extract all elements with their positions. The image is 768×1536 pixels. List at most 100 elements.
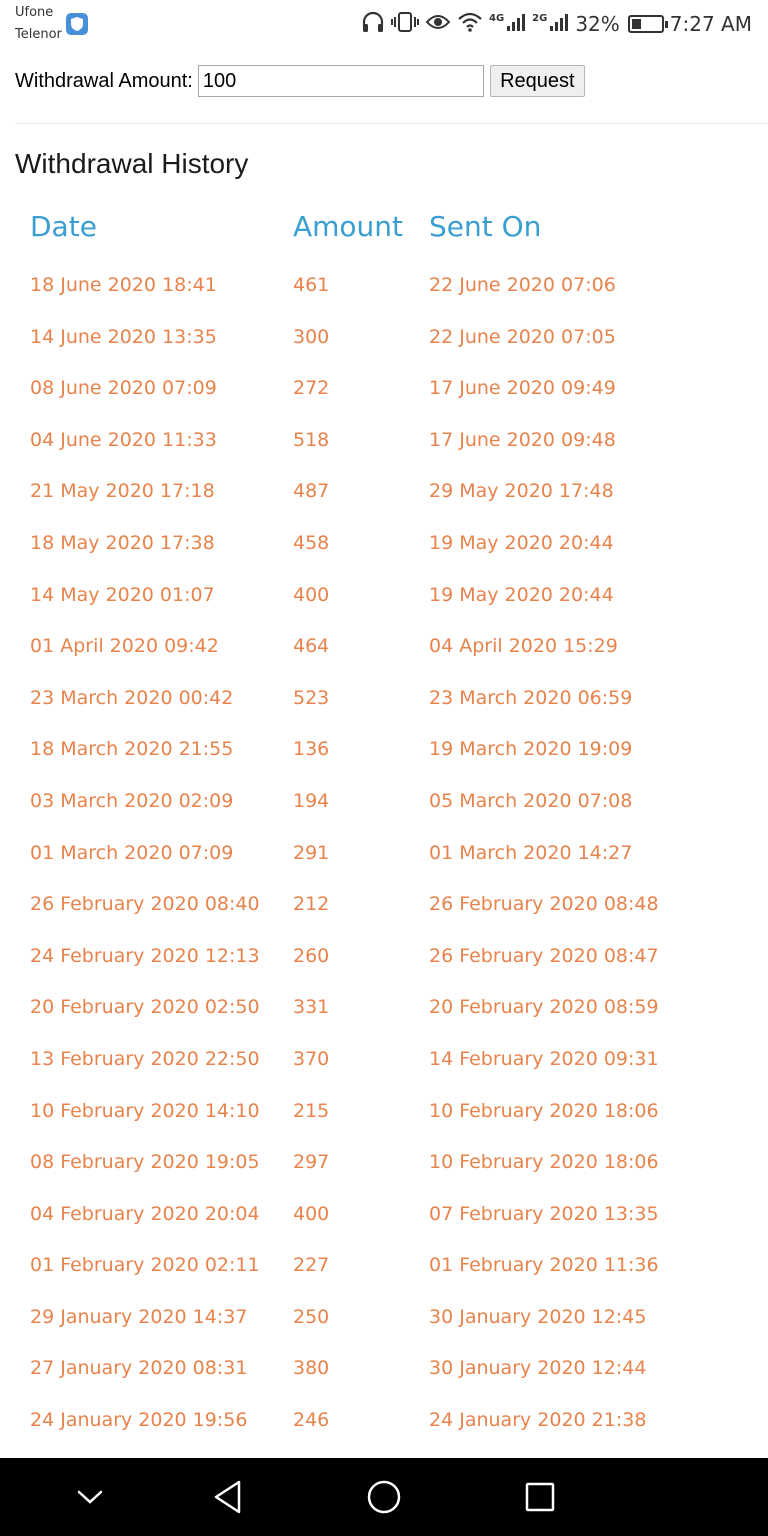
table-row: 04 February 2020 20:04 400 07 February 202…: [15, 1189, 768, 1241]
table-row: 04 June 2020 11:33 518 17 June 2020 09:48: [15, 415, 768, 467]
cell-amount: 227: [293, 1254, 330, 1277]
cell-sent-on: 20 February 2020 08:59: [429, 996, 659, 1019]
navigation-bar: [0, 1458, 768, 1536]
cell-amount: 458: [293, 531, 330, 554]
table-row: 01 February 2020 02:11 227 01 February 202…: [15, 1240, 768, 1292]
cell-sent-on: 30 January 2020 12:45: [429, 1305, 647, 1328]
cell-date: 23 March 2020 00:42: [30, 686, 234, 709]
status-bar: Ufone Telenor 4G 2G 32% 7:27 AM: [0, 0, 768, 48]
table-row: 27 January 2020 08:31 380 30 January 2020 …: [15, 1343, 768, 1395]
cell-sent-on: 22 June 2020 07:05: [429, 325, 616, 348]
cell-sent-on: 19 March 2020 19:09: [429, 738, 633, 761]
cell-date: 04 February 2020 20:04: [30, 1202, 260, 1225]
cell-amount: 246: [293, 1409, 330, 1432]
request-button[interactable]: Request: [489, 65, 585, 97]
battery-icon: [627, 15, 668, 33]
cell-sent-on: 01 March 2020 14:27: [429, 841, 633, 864]
cell-amount: 518: [293, 428, 330, 451]
cell-date: 01 February 2020 02:11: [30, 1254, 260, 1277]
cell-date: 27 January 2020 08:31: [30, 1357, 248, 1380]
wifi-icon: [457, 11, 483, 37]
table-row: 24 January 2020 19:56 246 24 January 2020 …: [15, 1395, 768, 1447]
cell-date: 10 February 2020 14:10: [30, 1099, 260, 1122]
cell-sent-on: 05 March 2020 07:08: [429, 789, 633, 812]
cell-amount: 464: [293, 635, 330, 658]
cell-amount: 194: [293, 789, 330, 812]
cell-amount: 250: [293, 1305, 330, 1328]
network-type-2: 2G: [532, 12, 548, 24]
cell-date: 14 June 2020 13:35: [30, 325, 217, 348]
table-row: 18 May 2020 17:38 458 19 May 2020 20:44: [15, 518, 768, 570]
cell-amount: 380: [293, 1357, 330, 1380]
table-row: 21 May 2020 17:18 487 29 May 2020 17:48: [15, 466, 768, 518]
table-row: 18 March 2020 21:55 136 19 March 2020 19:0…: [15, 724, 768, 776]
cell-sent-on: 24 January 2020 21:38: [429, 1409, 647, 1432]
table-row: 08 June 2020 07:09 272 17 June 2020 09:49: [15, 363, 768, 415]
cell-date: 21 May 2020 17:18: [30, 480, 215, 503]
table-row: 20 February 2020 02:50 331 20 February 202…: [15, 982, 768, 1034]
cell-amount: 215: [293, 1099, 330, 1122]
withdrawal-history-table: Date Amount Sent On 18 June 2020 18:41 46…: [15, 200, 768, 1431]
recents-icon[interactable]: [500, 1458, 580, 1536]
cell-sent-on: 26 February 2020 08:47: [429, 944, 659, 967]
cell-sent-on: 17 June 2020 09:49: [429, 377, 616, 400]
cell-date: 08 February 2020 19:05: [30, 1151, 260, 1174]
cell-amount: 297: [293, 1151, 330, 1174]
table-header: Date Amount Sent On: [15, 200, 768, 256]
cell-amount: 212: [293, 893, 330, 916]
cell-date: 04 June 2020 11:33: [30, 428, 217, 451]
table-row: 08 February 2020 19:05 297 10 February 202…: [15, 1137, 768, 1189]
table-row: 13 February 2020 22:50 370 14 February 202…: [15, 1034, 768, 1086]
cell-sent-on: 30 January 2020 12:44: [429, 1357, 647, 1380]
column-header-date: Date: [30, 210, 97, 243]
battery-percent: 32%: [575, 12, 620, 36]
table-row: 03 March 2020 02:09 194 05 March 2020 07:0…: [15, 776, 768, 828]
withdrawal-history-title: Withdrawal History: [15, 148, 249, 179]
cell-date: 18 March 2020 21:55: [30, 738, 234, 761]
column-header-sent-on: Sent On: [429, 210, 542, 243]
withdrawal-form: Withdrawal Amount: Request: [15, 64, 585, 98]
cell-date: 18 May 2020 17:38: [30, 531, 215, 554]
cell-date: 26 February 2020 08:40: [30, 893, 260, 916]
cell-amount: 136: [293, 738, 330, 761]
cell-date: 29 January 2020 14:37: [30, 1305, 248, 1328]
cell-date: 24 February 2020 12:13: [30, 944, 260, 967]
cell-amount: 523: [293, 686, 330, 709]
cell-sent-on: 10 February 2020 18:06: [429, 1099, 659, 1122]
cell-sent-on: 04 April 2020 15:29: [429, 635, 618, 658]
table-row: 24 February 2020 12:13 260 26 February 202…: [15, 931, 768, 983]
cell-sent-on: 19 May 2020 20:44: [429, 583, 614, 606]
table-row: 23 March 2020 00:42 523 23 March 2020 06:5…: [15, 673, 768, 725]
cell-amount: 400: [293, 583, 330, 606]
cell-date: 20 February 2020 02:50: [30, 996, 260, 1019]
table-row: 01 March 2020 07:09 291 01 March 2020 14:2…: [15, 828, 768, 880]
cell-date: 08 June 2020 07:09: [30, 377, 217, 400]
withdrawal-amount-input[interactable]: [197, 65, 484, 97]
chevron-down-icon[interactable]: [50, 1458, 130, 1536]
cell-amount: 370: [293, 1047, 330, 1070]
headphones-icon: [361, 11, 385, 37]
network-type-1: 4G: [488, 12, 505, 24]
table-row: 18 June 2020 18:41 461 22 June 2020 07:06: [15, 260, 768, 312]
cell-amount: 461: [293, 274, 330, 296]
cell-date: 01 April 2020 09:42: [30, 635, 219, 658]
back-icon[interactable]: [188, 1458, 268, 1536]
table-row: 10 February 2020 14:10 215 10 February 202…: [15, 1086, 768, 1138]
clock: 7:27 AM: [669, 12, 752, 36]
table-row: 14 June 2020 13:35 300 22 June 2020 07:05: [15, 312, 768, 364]
cell-sent-on: 07 February 2020 13:35: [429, 1202, 659, 1225]
cell-amount: 331: [293, 996, 330, 1019]
cell-date: 14 May 2020 01:07: [30, 583, 215, 606]
home-icon[interactable]: [344, 1458, 424, 1536]
vibrate-icon: [390, 11, 419, 37]
cell-sent-on: 23 March 2020 06:59: [429, 686, 633, 709]
table-row: 26 February 2020 08:40 212 26 February 202…: [15, 879, 768, 931]
eye-comfort-icon: [425, 12, 451, 36]
cell-amount: 272: [293, 377, 330, 400]
withdrawal-amount-label: Withdrawal Amount:: [15, 69, 193, 92]
cell-date: 24 January 2020 19:56: [30, 1409, 248, 1432]
signal-icon-1: [506, 12, 526, 36]
cell-date: 13 February 2020 22:50: [30, 1047, 260, 1070]
carrier-name-1: Ufone: [15, 5, 54, 20]
cell-date: 03 March 2020 02:09: [30, 789, 234, 812]
